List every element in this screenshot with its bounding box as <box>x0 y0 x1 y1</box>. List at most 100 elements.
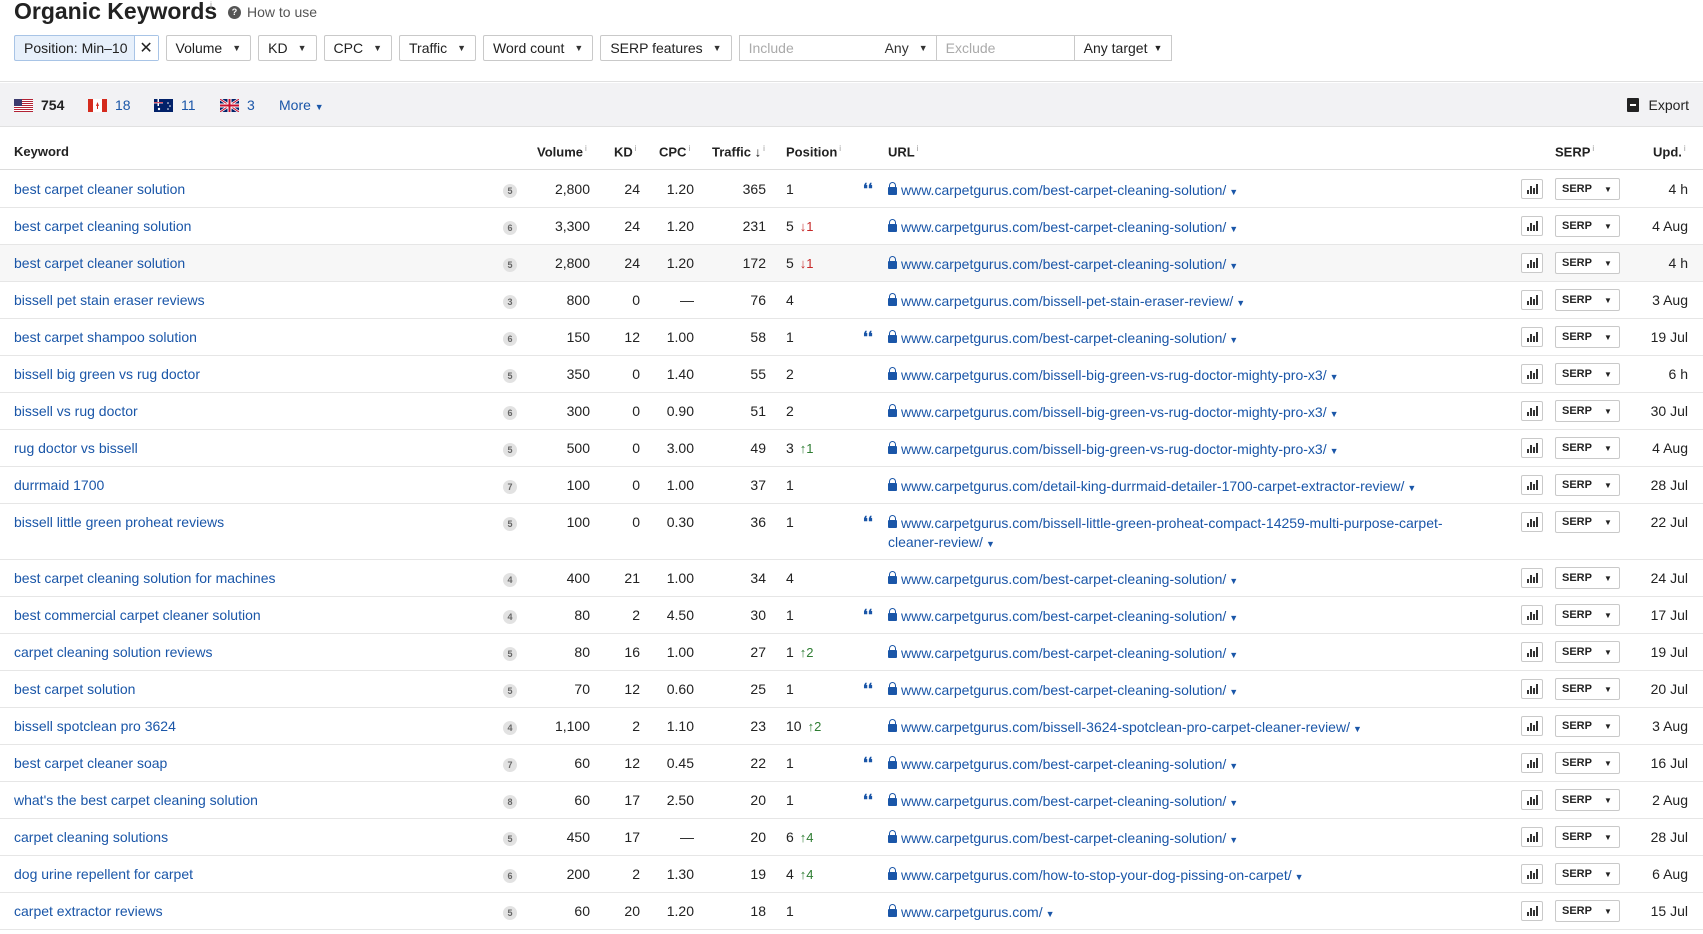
serp-button[interactable]: SERP ▼ <box>1555 641 1620 663</box>
caret-down-icon[interactable]: ▼ <box>1229 687 1238 697</box>
chart-button[interactable] <box>1521 716 1543 736</box>
serp-button[interactable]: SERP ▼ <box>1555 437 1620 459</box>
keyword-link[interactable]: best commercial carpet cleaner solution <box>14 607 261 623</box>
url-link[interactable]: www.carpetgurus.com/bissell-big-green-vs… <box>888 403 1488 424</box>
caret-down-icon[interactable]: ▼ <box>1229 576 1238 586</box>
serp-button[interactable]: SERP ▼ <box>1555 400 1620 422</box>
url-link[interactable]: www.carpetgurus.com/best-carpet-cleaning… <box>888 755 1488 776</box>
keyword-link[interactable]: best carpet cleaner soap <box>14 755 167 771</box>
caret-down-icon[interactable]: ▼ <box>1229 261 1238 271</box>
url-link[interactable]: www.carpetgurus.com/how-to-stop-your-dog… <box>888 866 1488 887</box>
caret-down-icon[interactable]: ▼ <box>1229 335 1238 345</box>
chart-button[interactable] <box>1521 216 1543 236</box>
url-link[interactable]: www.carpetgurus.com/best-carpet-cleaning… <box>888 792 1488 813</box>
caret-down-icon[interactable]: ▼ <box>986 539 995 549</box>
caret-down-icon[interactable]: ▼ <box>1295 872 1304 882</box>
keyword-link[interactable]: bissell big green vs rug doctor <box>14 366 200 382</box>
serp-button[interactable]: SERP ▼ <box>1555 326 1620 348</box>
cpc-filter[interactable]: CPC ▼ <box>323 35 392 61</box>
serp-button[interactable]: SERP ▼ <box>1555 252 1620 274</box>
chart-button[interactable] <box>1521 790 1543 810</box>
keyword-link[interactable]: rug doctor vs bissell <box>14 440 138 456</box>
url-link[interactable]: www.carpetgurus.com/detail-king-durrmaid… <box>888 477 1488 498</box>
url-link[interactable]: www.carpetgurus.com/best-carpet-cleaning… <box>888 570 1488 591</box>
chart-button[interactable] <box>1521 438 1543 458</box>
include-input[interactable]: Include <box>740 40 885 56</box>
keyword-link[interactable]: what's the best carpet cleaning solution <box>14 792 258 808</box>
url-link[interactable]: www.carpetgurus.com/best-carpet-cleaning… <box>888 681 1488 702</box>
chart-button[interactable] <box>1521 864 1543 884</box>
chart-button[interactable] <box>1521 568 1543 588</box>
caret-down-icon[interactable]: ▼ <box>1229 761 1238 771</box>
caret-down-icon[interactable]: ▼ <box>1229 798 1238 808</box>
keyword-link[interactable]: best carpet solution <box>14 681 135 697</box>
keyword-link[interactable]: dog urine repellent for carpet <box>14 866 193 882</box>
chart-button[interactable] <box>1521 605 1543 625</box>
keyword-link[interactable]: best carpet cleaning solution <box>14 218 191 234</box>
serp-button[interactable]: SERP ▼ <box>1555 511 1620 533</box>
column-volume[interactable]: Volume i <box>537 144 587 159</box>
keyword-link[interactable]: best carpet cleaner solution <box>14 181 185 197</box>
url-link[interactable]: www.carpetgurus.com/best-carpet-cleaning… <box>888 829 1488 850</box>
column-upd[interactable]: Upd. i <box>1653 144 1686 159</box>
url-link[interactable]: www.carpetgurus.com/best-carpet-cleaning… <box>888 644 1488 665</box>
keyword-link[interactable]: carpet cleaning solution reviews <box>14 644 212 660</box>
target-select[interactable]: Any target ▼ <box>1073 36 1172 60</box>
caret-down-icon[interactable]: ▼ <box>1046 909 1055 919</box>
keyword-link[interactable]: carpet extractor reviews <box>14 903 163 919</box>
keyword-link[interactable]: best carpet shampoo solution <box>14 329 197 345</box>
chart-button[interactable] <box>1521 642 1543 662</box>
chart-button[interactable] <box>1521 401 1543 421</box>
caret-down-icon[interactable]: ▼ <box>1330 446 1339 456</box>
caret-down-icon[interactable]: ▼ <box>1330 409 1339 419</box>
chart-button[interactable] <box>1521 290 1543 310</box>
position-filter[interactable]: Position: Min–10 ✕ <box>14 35 159 61</box>
serp-button[interactable]: SERP ▼ <box>1555 363 1620 385</box>
country-gb[interactable]: 3 <box>220 97 255 113</box>
column-url[interactable]: URL i <box>888 144 919 159</box>
serp-button[interactable]: SERP ▼ <box>1555 678 1620 700</box>
serp-button[interactable]: SERP ▼ <box>1555 604 1620 626</box>
chart-button[interactable] <box>1521 901 1543 921</box>
close-icon[interactable]: ✕ <box>133 36 158 60</box>
column-kd[interactable]: KD i <box>614 144 637 159</box>
caret-down-icon[interactable]: ▼ <box>1407 483 1416 493</box>
volume-filter[interactable]: Volume ▼ <box>165 35 252 61</box>
chart-button[interactable] <box>1521 753 1543 773</box>
keyword-link[interactable]: best carpet cleaner solution <box>14 255 185 271</box>
chart-button[interactable] <box>1521 827 1543 847</box>
keyword-link[interactable]: bissell little green proheat reviews <box>14 514 224 530</box>
caret-down-icon[interactable]: ▼ <box>1353 724 1362 734</box>
chart-button[interactable] <box>1521 364 1543 384</box>
keyword-link[interactable]: bissell spotclean pro 3624 <box>14 718 176 734</box>
url-link[interactable]: www.carpetgurus.com/bissell-little-green… <box>888 514 1488 554</box>
chart-button[interactable] <box>1521 512 1543 532</box>
chart-button[interactable] <box>1521 253 1543 273</box>
more-countries-button[interactable]: More ▼ <box>279 97 324 113</box>
country-us[interactable]: 754 <box>14 97 64 113</box>
url-link[interactable]: www.carpetgurus.com/best-carpet-cleaning… <box>888 255 1488 276</box>
serp-button[interactable]: SERP ▼ <box>1555 752 1620 774</box>
include-mode-select[interactable]: Any ▼ <box>885 40 936 56</box>
kd-filter[interactable]: KD ▼ <box>258 35 317 61</box>
keyword-link[interactable]: carpet cleaning solutions <box>14 829 168 845</box>
serp-button[interactable]: SERP ▼ <box>1555 567 1620 589</box>
how-to-use-link[interactable]: ? How to use <box>228 4 317 20</box>
serp-button[interactable]: SERP ▼ <box>1555 474 1620 496</box>
chart-button[interactable] <box>1521 179 1543 199</box>
url-link[interactable]: www.carpetgurus.com/bissell-big-green-vs… <box>888 440 1488 461</box>
exclude-input[interactable]: Exclude <box>935 36 1074 60</box>
serp-button[interactable]: SERP ▼ <box>1555 863 1620 885</box>
caret-down-icon[interactable]: ▼ <box>1229 613 1238 623</box>
column-serp[interactable]: SERP i <box>1555 144 1594 159</box>
serp-button[interactable]: SERP ▼ <box>1555 215 1620 237</box>
column-keyword[interactable]: Keyword <box>14 144 69 159</box>
url-link[interactable]: www.carpetgurus.com/best-carpet-cleaning… <box>888 607 1488 628</box>
url-link[interactable]: www.carpetgurus.com/bissell-3624-spotcle… <box>888 718 1488 739</box>
keyword-link[interactable]: bissell vs rug doctor <box>14 403 138 419</box>
word-count-filter[interactable]: Word count ▼ <box>483 35 594 61</box>
url-link[interactable]: www.carpetgurus.com/best-carpet-cleaning… <box>888 181 1488 202</box>
caret-down-icon[interactable]: ▼ <box>1229 835 1238 845</box>
caret-down-icon[interactable]: ▼ <box>1236 298 1245 308</box>
chart-button[interactable] <box>1521 327 1543 347</box>
